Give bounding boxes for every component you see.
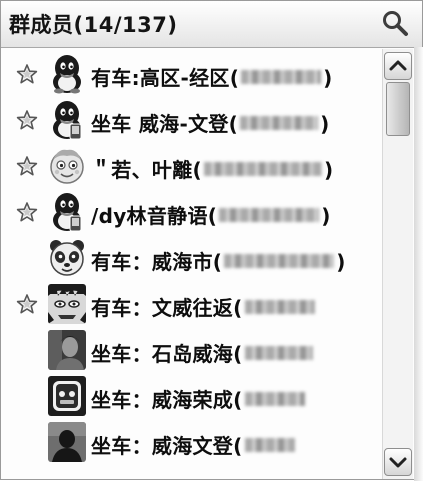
- star-icon[interactable]: [16, 155, 38, 177]
- member-name: 坐车：威海荣成(: [91, 384, 307, 413]
- member-row[interactable]: 有车：威海市(): [1, 235, 380, 281]
- member-label-close: ): [336, 250, 346, 274]
- qq-penguin-avatar-icon[interactable]: [48, 54, 86, 94]
- redacted-qq-number: [244, 438, 295, 452]
- redacted-qq-number: [244, 300, 315, 314]
- scroll-down-button[interactable]: [384, 448, 412, 476]
- member-label-close: ): [323, 66, 333, 90]
- scroll-thumb[interactable]: [386, 82, 410, 136]
- cartoon-face-avatar-icon[interactable]: [48, 146, 86, 186]
- member-row[interactable]: 坐车 威海-文登(): [1, 97, 380, 143]
- window-edge: [414, 47, 423, 481]
- member-name: ＂若、叶離(): [91, 154, 333, 183]
- redacted-qq-number: [219, 208, 320, 222]
- comic-face-avatar-icon[interactable]: [48, 284, 86, 324]
- member-row[interactable]: /dy林音静语(): [1, 189, 380, 235]
- redacted-qq-number: [224, 254, 335, 268]
- photo-silhouette-avatar-icon[interactable]: [48, 422, 86, 462]
- member-label: ＂若、叶離(: [91, 158, 202, 182]
- member-name: 有车：文威往返(: [91, 292, 317, 321]
- scroll-up-button[interactable]: [384, 52, 412, 80]
- member-label: /dy林音静语(: [91, 204, 218, 228]
- member-label: 坐车：威海荣成(: [91, 388, 243, 412]
- qq-penguin-mobile-avatar-icon[interactable]: [48, 192, 86, 232]
- member-name: 坐车：石岛威海(: [91, 338, 315, 367]
- magnifier-icon: [383, 11, 408, 36]
- member-row[interactable]: 坐车：石岛威海(: [1, 327, 380, 373]
- star-icon[interactable]: [16, 63, 38, 85]
- panel-header: 群成员(14/137): [1, 1, 422, 48]
- redacted-qq-number: [203, 162, 322, 176]
- member-row[interactable]: ＂若、叶離(): [1, 143, 380, 189]
- redacted-qq-number: [240, 116, 319, 130]
- app-icon-avatar-icon[interactable]: [48, 376, 86, 416]
- star-icon[interactable]: [16, 201, 38, 223]
- redacted-qq-number: [241, 70, 322, 84]
- member-label: 坐车 威海-文登(: [91, 112, 239, 136]
- member-label: 有车：文威往返(: [91, 296, 243, 320]
- group-members-panel: 群成员(14/137) 有车:高区-经区() 坐车 威海-文登() ＂若、叶…: [0, 0, 423, 481]
- member-label-close: ): [321, 204, 331, 228]
- photo-person-avatar-icon[interactable]: [48, 330, 86, 370]
- member-row[interactable]: 有车:高区-经区(): [1, 51, 380, 97]
- member-name: 坐车：威海文登(: [91, 430, 297, 459]
- redacted-qq-number: [244, 392, 305, 406]
- member-label: 有车：威海市(: [91, 250, 223, 274]
- member-label: 坐车：威海文登(: [91, 434, 243, 458]
- member-row[interactable]: 坐车：威海荣成(: [1, 373, 380, 419]
- chevron-up-icon: [389, 60, 407, 71]
- star-icon[interactable]: [16, 293, 38, 315]
- member-label: 坐车：石岛威海(: [91, 342, 243, 366]
- member-list-scrollbar[interactable]: [382, 49, 413, 479]
- panda-face-avatar-icon[interactable]: [48, 238, 86, 278]
- group-members-title: 群成员(14/137): [9, 13, 178, 37]
- star-icon[interactable]: [16, 109, 38, 131]
- member-label: 有车:高区-经区(: [91, 66, 240, 90]
- member-label-close: ): [320, 112, 330, 136]
- member-list: 有车:高区-经区() 坐车 威海-文登() ＂若、叶離() /dy林音静语(…: [1, 49, 380, 479]
- member-label-close: ): [323, 158, 334, 182]
- member-name: 有车:高区-经区(): [91, 62, 333, 91]
- member-name: 坐车 威海-文登(): [91, 108, 330, 137]
- member-row[interactable]: 坐车：威海文登(: [1, 419, 380, 465]
- member-name: /dy林音静语(): [91, 200, 331, 229]
- search-button[interactable]: [380, 8, 410, 38]
- chevron-down-icon: [389, 457, 407, 468]
- qq-penguin-mobile-avatar-icon[interactable]: [48, 100, 86, 140]
- member-row[interactable]: 有车：文威往返(: [1, 281, 380, 327]
- member-name: 有车：威海市(): [91, 246, 346, 275]
- redacted-qq-number: [244, 346, 313, 360]
